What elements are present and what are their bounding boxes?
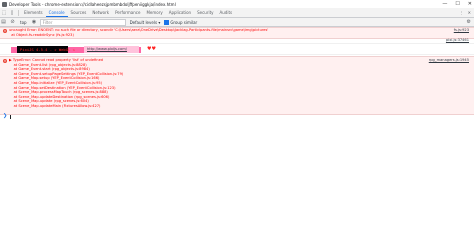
more-options-icon[interactable]: ⋮ xyxy=(460,10,464,15)
tab-application[interactable]: Application xyxy=(166,8,194,17)
pixi-banner-row: PixiJS 4.5.4 - ✰ WebGL ✰ http://www.pixi… xyxy=(0,43,474,55)
checkbox-icon xyxy=(164,19,170,25)
banner-pixi-link[interactable]: http://www.pixijs.com/ xyxy=(84,46,139,53)
filter-input[interactable]: Filter xyxy=(39,18,126,26)
tab-network[interactable]: Network xyxy=(89,8,112,17)
tab-security[interactable]: Security xyxy=(194,8,216,17)
tab-audits[interactable]: Audits xyxy=(217,8,236,17)
window-controls: — ☐ ✕ xyxy=(442,1,472,7)
tab-memory[interactable]: Memory xyxy=(143,8,165,17)
devtools-tabbar: ⬚ ▯ Elements Console Sources Network Per… xyxy=(0,8,474,18)
type-error-message: ✕ ▶ TypeError: Cannot read property 'lis… xyxy=(0,56,474,115)
window-titlebar: Developer Tools - chrome-extension://cid… xyxy=(0,0,474,8)
error-source-link[interactable]: fs.js:923 xyxy=(454,28,469,33)
stack-line: at Object.fs.readdirSync (fs.js:923) xyxy=(11,32,74,37)
tab-separator xyxy=(18,9,19,16)
group-similar-checkbox[interactable]: Group similar xyxy=(164,19,198,25)
tabbar-right-controls: ⋮ ✕ xyxy=(460,8,471,17)
close-devtools-icon[interactable]: ✕ xyxy=(468,10,471,15)
group-similar-label: Group similar xyxy=(170,19,198,25)
error-icon: ✕ xyxy=(3,29,7,33)
log-source-link[interactable]: pixi.js:37461 xyxy=(446,38,469,43)
devtools-app-icon xyxy=(2,1,7,7)
maximize-button[interactable]: ☐ xyxy=(455,1,459,7)
error-stack: ▶ TypeError: Cannot read property 'list'… xyxy=(9,57,474,109)
stack-line: at Scene_Map.updateMain (FixturesAllow.j… xyxy=(9,103,101,108)
tab-elements[interactable]: Elements xyxy=(21,8,46,17)
tab-performance[interactable]: Performance xyxy=(112,8,143,17)
window-title: Developer Tools - chrome-extension://cid… xyxy=(9,1,176,7)
levels-dropdown[interactable]: Default levels ▾ xyxy=(128,20,163,25)
inspect-element-icon[interactable]: ⬚ xyxy=(0,9,8,17)
console-settings-icon[interactable]: ⚙ xyxy=(467,18,471,26)
console-input-cursor[interactable] xyxy=(10,115,11,119)
error-line: uncaught Error: ENOENT: no such file or … xyxy=(9,28,269,32)
clear-console-icon[interactable]: ⊘ xyxy=(9,19,16,26)
console-output: ✕ uncaught Error: ENOENT: no such file o… xyxy=(0,27,474,241)
banner-pixi-label: PixiJS 4.5.4 - ✰ WebGL ✰ xyxy=(17,46,75,53)
banner-hearts: ♥♥ xyxy=(147,46,156,52)
context-selector[interactable]: top xyxy=(18,20,29,25)
device-toolbar-icon[interactable]: ▯ xyxy=(8,9,16,17)
minimize-button[interactable]: — xyxy=(442,1,447,7)
tab-console[interactable]: Console xyxy=(45,8,68,17)
console-toolbar: ▤ ⊘ top ◉ Filter Default levels ▾ Group … xyxy=(0,18,474,27)
tab-sources[interactable]: Sources xyxy=(68,8,90,17)
error-icon: ✕ xyxy=(3,59,7,63)
close-button[interactable]: ✕ xyxy=(468,1,472,7)
console-prompt-icon: ❯ xyxy=(3,113,8,119)
sidebar-toggle-icon[interactable]: ▤ xyxy=(0,19,7,26)
error-source-link[interactable]: rpg_managers.js:1945 xyxy=(429,58,469,63)
error-text: uncaught Error: ENOENT: no such file or … xyxy=(9,28,474,37)
eye-icon[interactable]: ◉ xyxy=(31,19,38,26)
